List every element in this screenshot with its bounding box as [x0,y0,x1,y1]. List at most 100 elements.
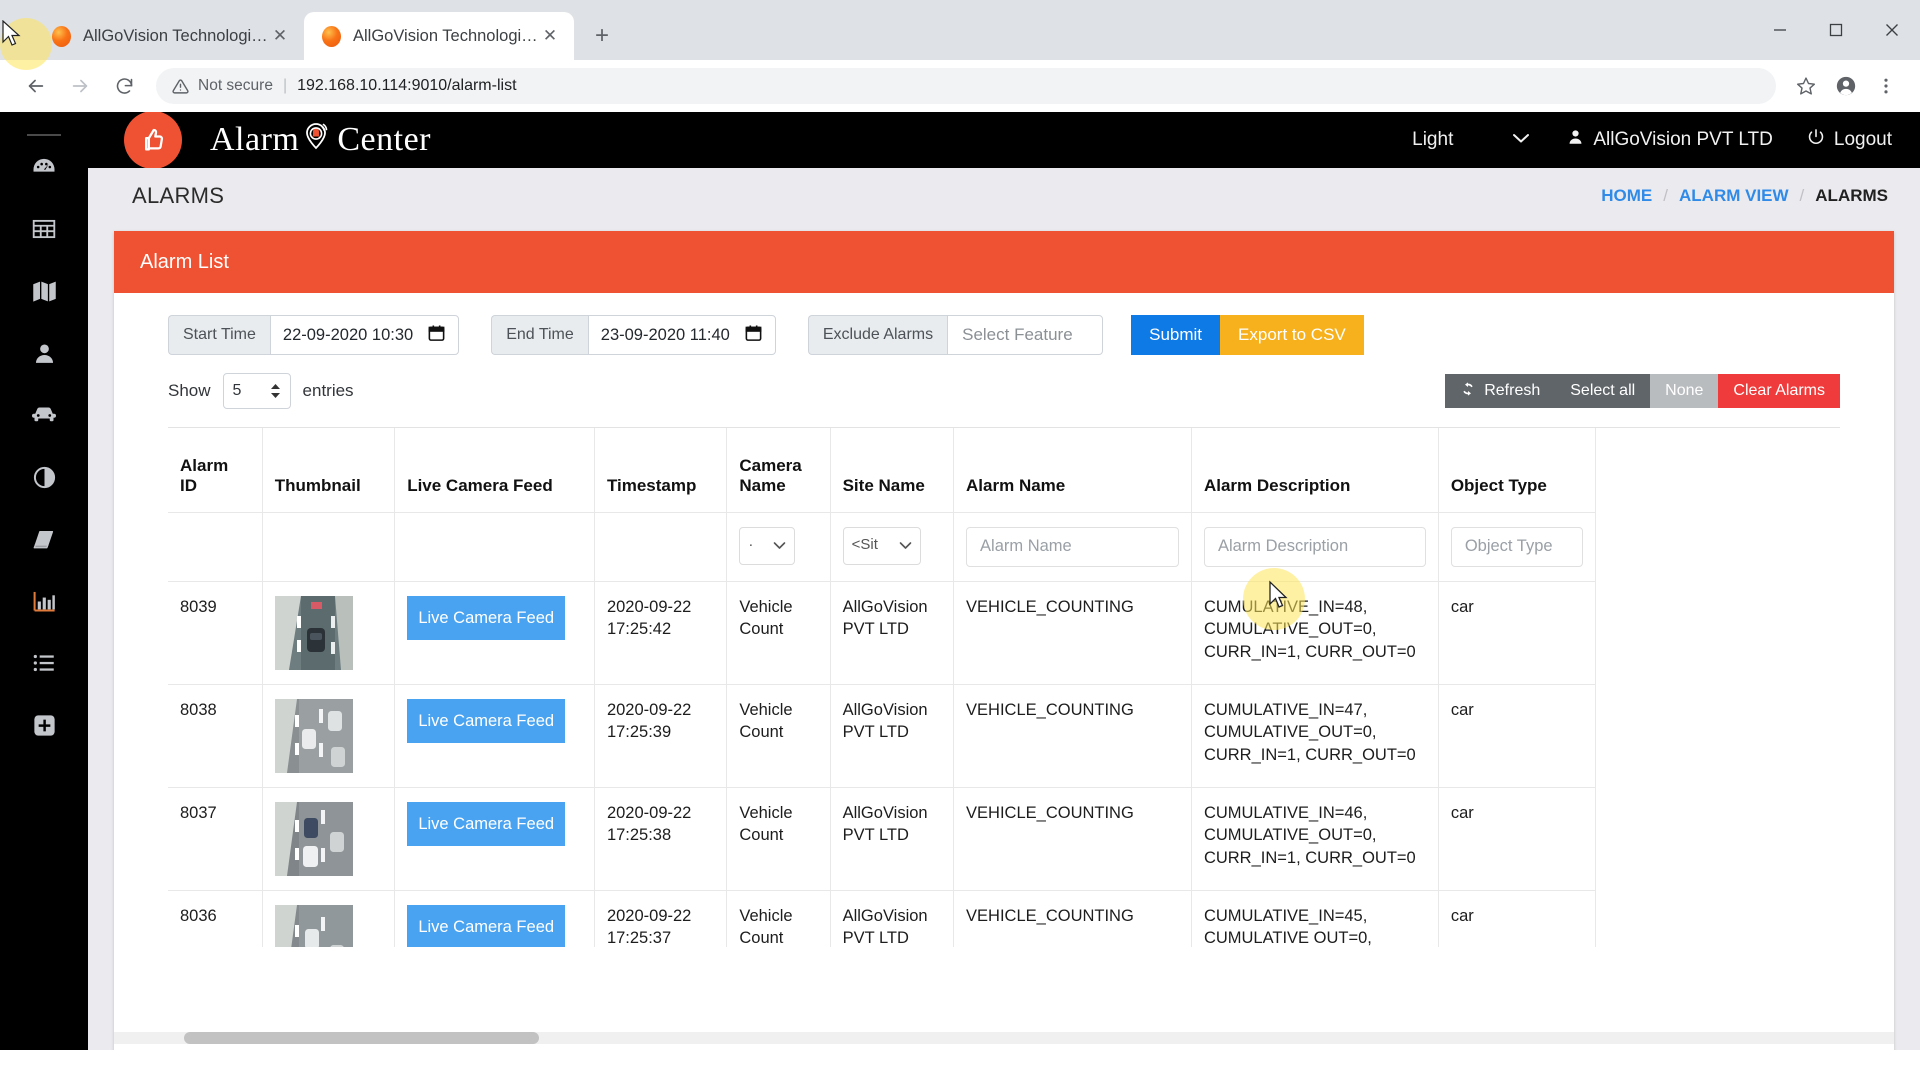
export-csv-button[interactable]: Export to CSV [1220,315,1364,355]
calendar-icon[interactable] [427,323,446,348]
cell-object-type: car [1438,787,1597,891]
table-row[interactable]: 8038 Live Camera Feed 2020-09-22 17:25:3… [168,684,1597,788]
col-alarm-description[interactable]: Alarm Description [1191,428,1439,513]
column-filter-row: · <Sit Alarm Name Alarm Description Obje… [168,512,1597,582]
sidebar-item-vehicles[interactable] [0,384,88,446]
logout-button[interactable]: Logout [1807,128,1892,152]
cell-thumbnail[interactable] [262,890,396,947]
exclude-alarms-label: Exclude Alarms [807,315,948,355]
table-toolbar: Show 5 entries Refresh Select all None C… [114,355,1894,409]
camera-name-select[interactable]: · [739,526,796,565]
back-icon[interactable] [14,64,58,108]
bookmark-star-icon[interactable] [1786,64,1826,108]
cell-alarm-id: 8036 [168,890,263,947]
col-live-camera-feed[interactable]: Live Camera Feed [394,428,595,513]
book-icon [33,530,54,549]
cell-thumbnail[interactable] [262,684,396,788]
col-alarm-id[interactable]: Alarm ID [168,428,263,513]
brand-logo: Alarm Center [210,118,431,163]
url-text: 192.168.10.114:9010/alarm-list [297,77,517,94]
cell-timestamp: 2020-09-22 17:25:38 [594,787,728,891]
sidebar-item-reports[interactable] [0,508,88,570]
traffic-camera-thumbnail-icon [274,595,353,670]
alarm-name-input[interactable]: Alarm Name [966,526,1179,567]
entries-stepper[interactable]: 5 [222,373,291,409]
reload-icon[interactable] [102,64,146,108]
col-alarm-name[interactable]: Alarm Name [953,428,1192,513]
select-none-button[interactable]: None [1650,374,1719,408]
minimize-icon[interactable] [1752,0,1808,60]
live-camera-feed-button[interactable]: Live Camera Feed [407,904,566,947]
theme-selector[interactable]: Light [1412,129,1531,151]
select-all-button[interactable]: Select all [1555,374,1651,408]
col-camera-name[interactable]: Camera Name [726,428,831,513]
browser-tab-2[interactable]: AllGoVision Technologies ✕ [304,12,574,60]
refresh-button[interactable]: Refresh [1445,374,1556,408]
timestamp-time: 17:25:42 [606,620,672,639]
mouse-cursor-icon [2,20,21,46]
calendar-icon[interactable] [744,323,763,348]
alarm-list-panel: Alarm List Start Time 22-09-2020 10:30 E… [114,231,1894,1050]
breadcrumb-item-home[interactable]: HOME [1601,186,1652,206]
end-time-input[interactable]: 23-09-2020 11:40 [587,315,776,355]
breadcrumb-item-alarms: ALARMS [1815,186,1888,205]
col-site-name[interactable]: Site Name [830,428,955,513]
sidebar-item-dashboard[interactable] [0,136,88,198]
profile-avatar-icon[interactable] [1826,64,1866,108]
col-object-type[interactable]: Object Type [1438,428,1597,513]
sidebar-item-alarm-list[interactable] [0,632,88,694]
horizontal-scrollbar[interactable] [114,1032,1894,1044]
table-row[interactable]: 8036 Live Camera Feed 2020-09-22 17:25:3… [168,890,1597,947]
browser-menu-icon[interactable] [1866,64,1906,108]
cell-alarm-description: CUMULATIVE_IN=46, CUMULATIVE_OUT=0, CURR… [1191,787,1439,891]
tab-title: AllGoVision Technologies [353,26,538,45]
chevron-down-icon [774,542,786,549]
site-name-select[interactable]: <Sit [842,526,921,565]
sidebar-item-analytics[interactable] [0,570,88,632]
close-icon[interactable]: ✕ [538,24,562,48]
timestamp-time: 17:25:38 [606,826,672,845]
sidebar-item-map[interactable] [0,260,88,322]
sidebar-item-table[interactable] [0,198,88,260]
exclude-alarms-input[interactable]: Select Feature [947,315,1104,355]
cell-thumbnail[interactable] [262,787,396,891]
submit-button[interactable]: Submit [1131,315,1221,355]
user-name: AllGoVision PVT LTD [1593,129,1773,150]
close-icon[interactable] [1864,0,1920,60]
maximize-icon[interactable] [1808,0,1864,60]
new-tab-button[interactable]: + [584,18,620,54]
entries-value: 5 [232,382,242,399]
clear-alarms-button[interactable]: Clear Alarms [1718,374,1840,408]
sidebar-item-contrast[interactable] [0,446,88,508]
alarm-table-scroll[interactable]: Alarm ID Thumbnail Live Camera Feed Time… [168,427,1840,947]
close-icon[interactable]: ✕ [268,24,292,48]
col-thumbnail[interactable]: Thumbnail [262,428,396,513]
thumbs-up-icon[interactable] [124,112,182,169]
alarm-description-input[interactable]: Alarm Description [1203,526,1426,567]
scrollbar-thumb[interactable] [184,1032,539,1044]
cell-thumbnail[interactable] [262,581,396,685]
sidebar-item-people[interactable] [0,322,88,384]
page-content: ALARMS HOME / ALARM VIEW / ALARMS Alarm … [88,168,1920,1050]
timestamp-date: 2020-09-22 [606,597,692,616]
user-account[interactable]: AllGoVision PVT LTD [1567,128,1773,152]
forward-icon[interactable] [58,64,102,108]
sidebar-item-add[interactable] [0,694,88,756]
timestamp-time: 17:25:37 [606,929,672,947]
live-camera-feed-button[interactable]: Live Camera Feed [407,595,566,641]
alarm-pin-icon [300,118,336,163]
table-row[interactable]: 8037 Live Camera Feed 2020-09-22 17:25:3… [168,787,1597,891]
address-bar: Not secure | 192.168.10.114:9010/alarm-l… [0,60,1920,112]
object-type-input[interactable]: Object Type [1450,526,1583,567]
start-time-input[interactable]: 22-09-2020 10:30 [269,315,460,355]
tab-strip: AllGoVision Technologies ✕ AllGoVision T… [0,0,1920,70]
table-row[interactable]: 8039 Live Camera Feed 2020-09-22 17:25:4… [168,581,1597,685]
live-camera-feed-button[interactable]: Live Camera Feed [407,698,566,744]
live-camera-feed-button[interactable]: Live Camera Feed [407,801,566,847]
refresh-label: Refresh [1484,382,1541,399]
url-bar[interactable]: Not secure | 192.168.10.114:9010/alarm-l… [156,68,1776,104]
browser-tab-1[interactable]: AllGoVision Technologies ✕ [34,12,304,60]
col-timestamp[interactable]: Timestamp [594,428,728,513]
breadcrumb-item-alarm-view[interactable]: ALARM VIEW [1679,186,1789,206]
timestamp-date: 2020-09-22 [606,803,692,822]
